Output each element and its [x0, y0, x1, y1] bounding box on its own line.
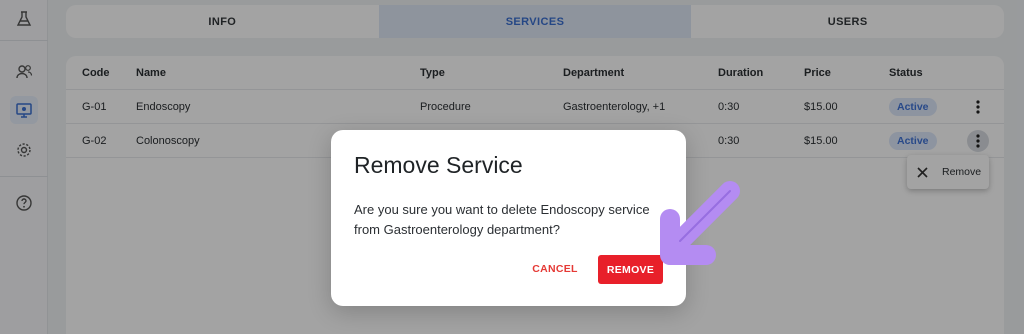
cancel-button[interactable]: CANCEL: [530, 258, 580, 280]
dialog-title: Remove Service: [354, 152, 523, 178]
remove-service-dialog: Remove Service Are you sure you want to …: [331, 130, 686, 306]
dialog-message: Are you sure you want to delete Endoscop…: [354, 202, 650, 237]
annotation-arrow-icon: [660, 181, 740, 265]
